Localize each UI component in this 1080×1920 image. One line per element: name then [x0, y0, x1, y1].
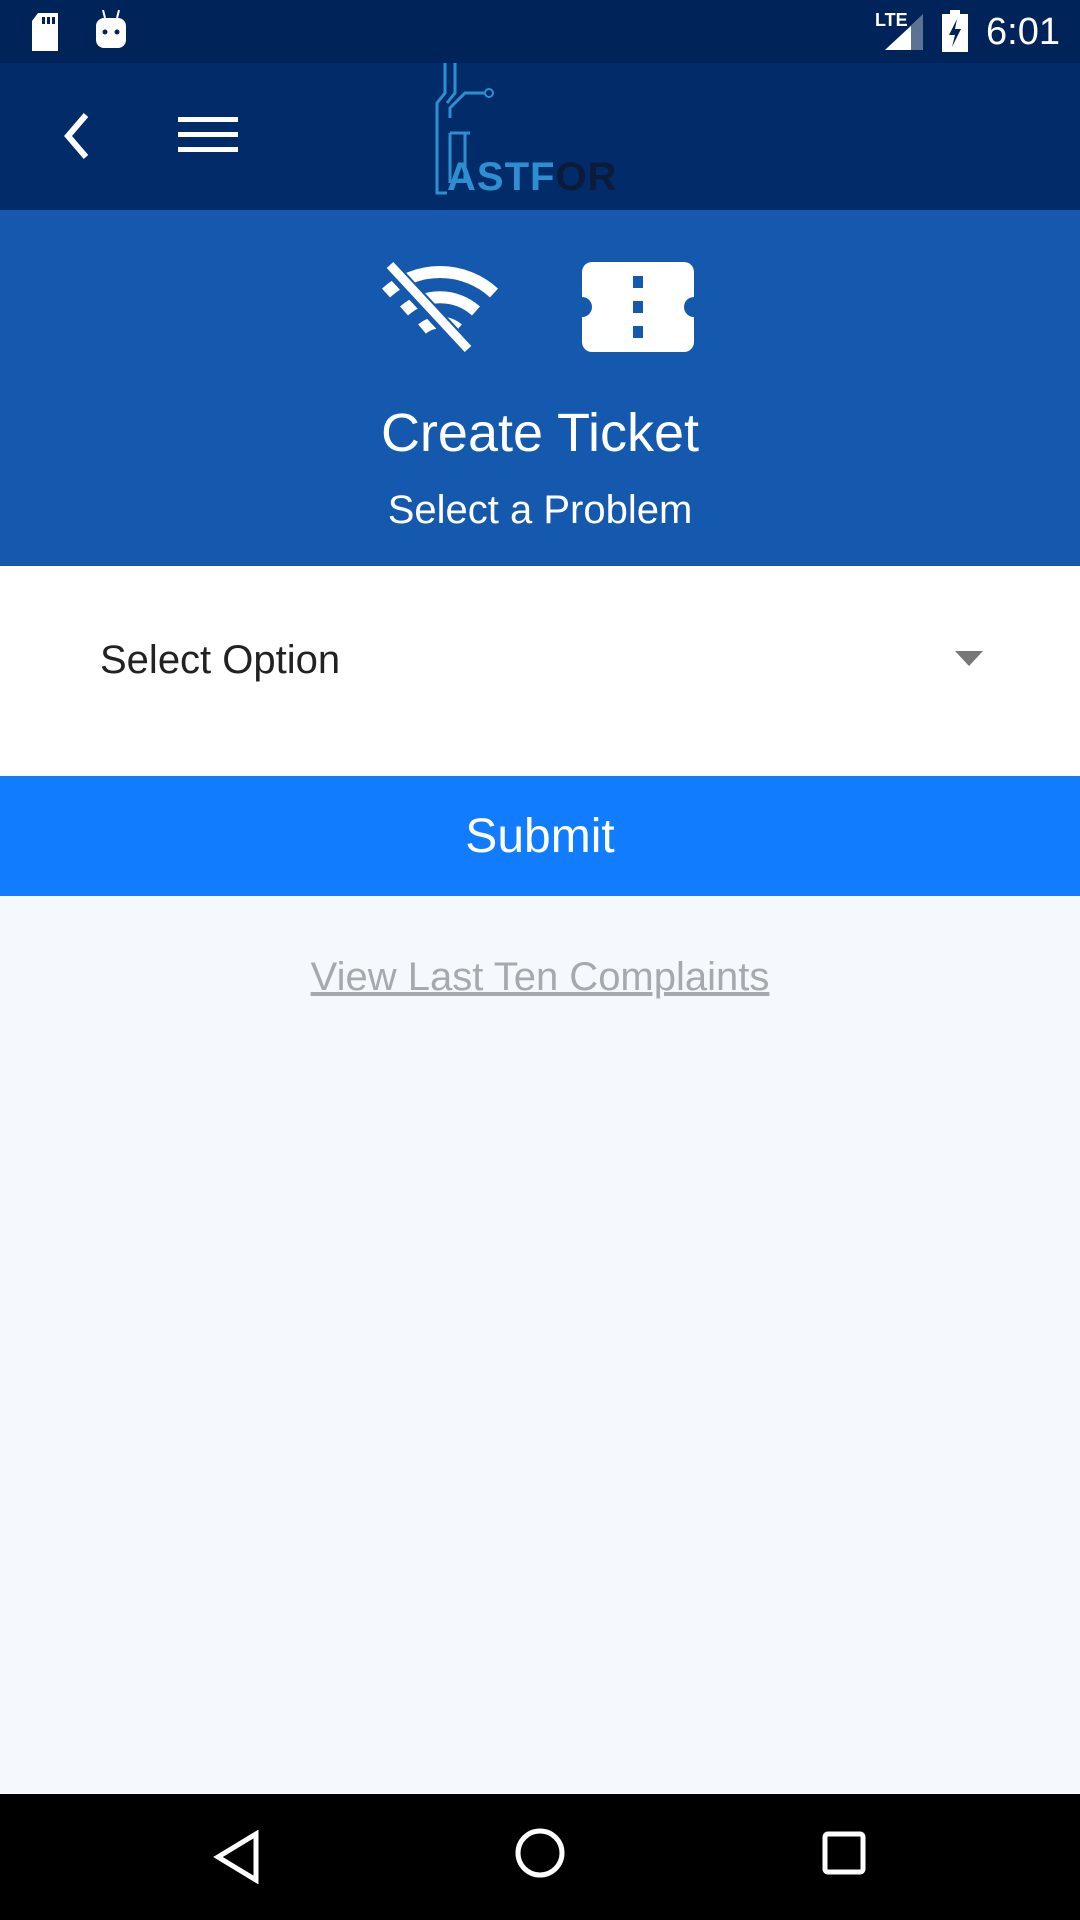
- problem-select[interactable]: Select Option: [0, 566, 1080, 776]
- page-title: Create Ticket: [380, 403, 700, 463]
- wifi-off-icon: [380, 257, 499, 355]
- nav-back-icon[interactable]: [212, 1830, 262, 1884]
- clock: 6:01: [986, 11, 1060, 53]
- select-value: Select Option: [100, 638, 341, 682]
- android-icon: [96, 10, 126, 48]
- submit-button[interactable]: Submit: [0, 776, 1080, 896]
- chevron-down-icon: [955, 651, 983, 666]
- lte-signal-icon: [885, 14, 923, 50]
- header-banner: Create Ticket Select a Problem: [0, 210, 1080, 566]
- ticket-icon: [582, 262, 694, 352]
- battery-charging-icon: [942, 10, 968, 52]
- company-logo: ASTFOR: [425, 63, 670, 210]
- sd-card-icon: [32, 13, 58, 51]
- back-arrow-icon[interactable]: [60, 111, 94, 161]
- navigation-bar: [0, 1794, 1080, 1920]
- logo-text: ASTFOR: [447, 155, 618, 199]
- status-bar: LTE 6:01: [0, 0, 1080, 63]
- nav-home-icon[interactable]: [514, 1827, 566, 1879]
- nav-recents-icon[interactable]: [822, 1831, 866, 1875]
- view-last-ten-complaints-link[interactable]: View Last Ten Complaints: [0, 955, 1080, 1000]
- page-subtitle: Select a Problem: [387, 488, 693, 532]
- hamburger-menu-icon[interactable]: [178, 115, 238, 155]
- toolbar: ASTFOR: [0, 63, 1080, 210]
